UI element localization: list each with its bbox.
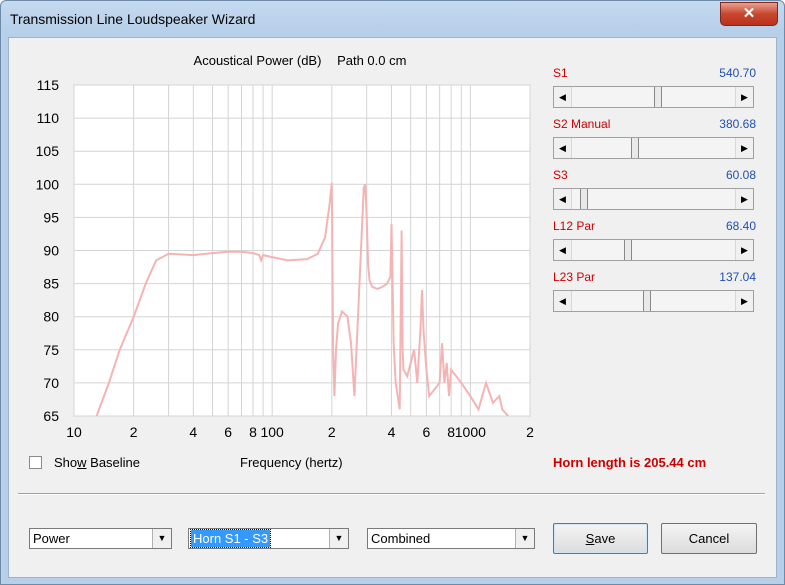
cancel-button[interactable]: Cancel	[661, 523, 757, 554]
slider-value: 540.70	[719, 66, 756, 80]
y-tick-label: 95	[43, 209, 59, 225]
scroll-thumb[interactable]	[580, 189, 589, 209]
y-tick-label: 65	[43, 408, 59, 424]
slider-value: 137.04	[719, 270, 756, 284]
x-tick-label: 6	[422, 424, 430, 440]
chevron-down-icon[interactable]: ▼	[152, 529, 171, 548]
slider-label: L23 Par	[553, 270, 596, 284]
chevron-down-icon[interactable]: ▼	[329, 529, 348, 548]
y-tick-label: 110	[37, 110, 60, 126]
save-label-c: ave	[594, 531, 616, 546]
x-tick-label: 1000	[455, 424, 486, 440]
x-tick-label: 100	[260, 424, 284, 440]
y-tick-label: 105	[36, 143, 60, 159]
section-value: Horn S1 - S3	[189, 529, 272, 548]
scroll-right-icon[interactable]: ▶	[735, 189, 753, 209]
view-type-dropdown[interactable]: Power ▼	[29, 528, 172, 549]
slider-value: 380.68	[719, 117, 756, 131]
scroll-left-icon[interactable]: ◀	[554, 189, 572, 209]
show-baseline-label-b: w	[77, 455, 87, 470]
scroll-thumb[interactable]	[630, 138, 639, 158]
show-baseline-label-c: Baseline	[86, 455, 141, 470]
parameter-scrollbar[interactable]: ◀ ▶	[553, 290, 754, 312]
x-tick-label: 10	[66, 424, 82, 440]
y-tick-label: 70	[43, 375, 59, 391]
divider	[18, 493, 765, 495]
scroll-left-icon[interactable]: ◀	[554, 240, 572, 260]
scroll-right-icon[interactable]: ▶	[735, 291, 753, 311]
y-tick-label: 75	[43, 342, 59, 358]
show-baseline-checkbox[interactable]	[29, 456, 42, 469]
chevron-down-icon[interactable]: ▼	[515, 529, 534, 548]
y-tick-label: 100	[36, 176, 60, 192]
x-tick-label: 4	[189, 424, 197, 440]
y-tick-label: 115	[37, 77, 60, 93]
scroll-thumb[interactable]	[643, 291, 652, 311]
mode-dropdown[interactable]: Combined ▼	[367, 528, 535, 549]
slider-label: S2 Manual	[553, 117, 611, 131]
scroll-right-icon[interactable]: ▶	[735, 138, 753, 158]
scroll-thumb[interactable]	[654, 87, 663, 107]
parameter-scrollbar[interactable]: ◀ ▶	[553, 137, 754, 159]
view-type-value: Power	[33, 531, 70, 546]
x-tick-label: 2	[526, 424, 534, 440]
scroll-left-icon[interactable]: ◀	[554, 138, 572, 158]
mode-value: Combined	[371, 531, 431, 546]
x-tick-label: 6	[224, 424, 232, 440]
scroll-right-icon[interactable]: ▶	[735, 87, 753, 107]
scroll-thumb[interactable]	[624, 240, 633, 260]
y-tick-label: 90	[43, 243, 59, 259]
save-button[interactable]: Save	[553, 523, 648, 554]
section-dropdown[interactable]: Horn S1 - S3 ▼	[188, 528, 349, 549]
scroll-right-icon[interactable]: ▶	[735, 240, 753, 260]
parameter-scrollbar[interactable]: ◀ ▶	[553, 86, 754, 108]
horn-length-text: Horn length is 205.44 cm	[553, 455, 707, 470]
scroll-left-icon[interactable]: ◀	[554, 87, 572, 107]
show-baseline-label-a: Sho	[54, 455, 78, 470]
x-tick-label: 2	[130, 424, 138, 440]
slider-value: 68.40	[725, 219, 756, 233]
parameter-scrollbar[interactable]: ◀ ▶	[553, 239, 754, 261]
x-tick-label: 8	[249, 424, 257, 440]
y-tick-label: 80	[43, 309, 59, 325]
parameter-scrollbar[interactable]: ◀ ▶	[553, 188, 754, 210]
y-tick-label: 85	[43, 276, 59, 292]
slider-value: 60.08	[725, 168, 756, 182]
slider-label: L12 Par	[553, 219, 596, 233]
scroll-left-icon[interactable]: ◀	[554, 291, 572, 311]
slider-label: S3	[553, 168, 568, 182]
show-baseline-label[interactable]: Show Baseline	[54, 455, 140, 470]
x-tick-label: 2	[328, 424, 336, 440]
x-tick-label: 4	[388, 424, 396, 440]
x-axis-label: Frequency (hertz)	[240, 455, 343, 470]
slider-label: S1	[553, 66, 568, 80]
